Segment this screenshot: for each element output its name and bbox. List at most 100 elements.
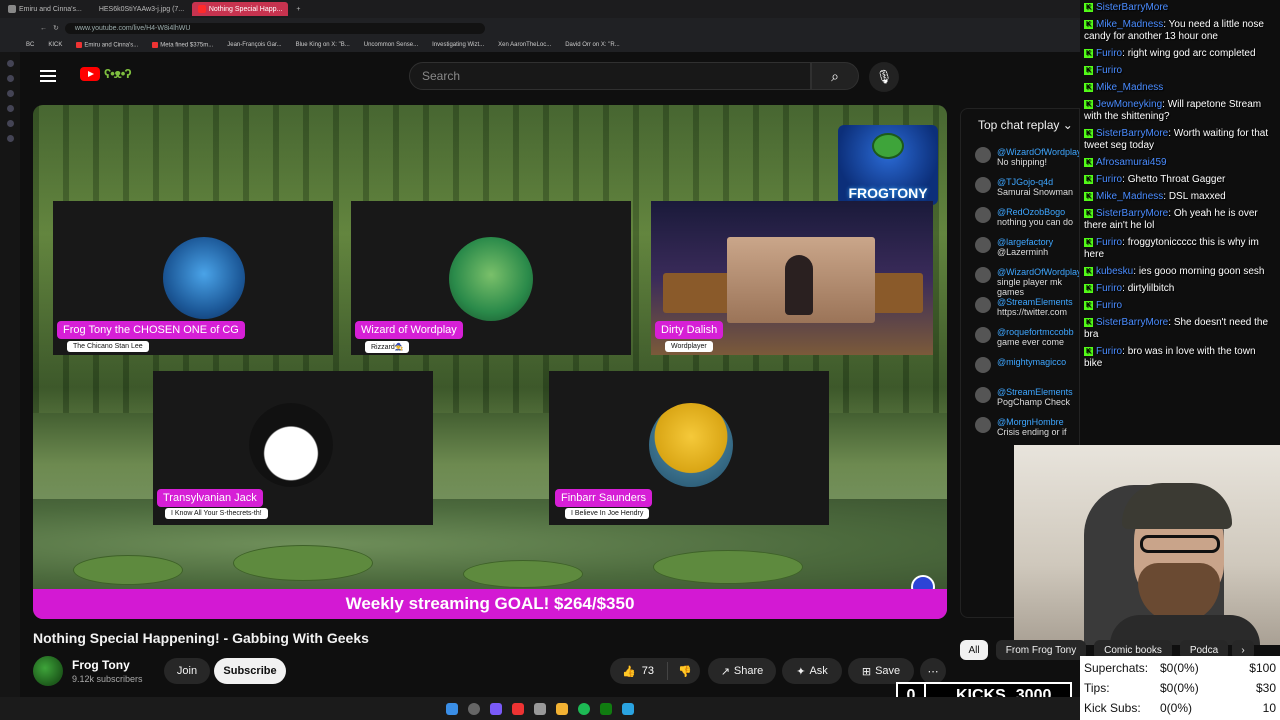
kick-icon: K [1084,82,1093,92]
kick-icon: K [1084,157,1093,167]
kick-icon: K [1084,128,1093,138]
wizard-avatar [449,237,533,321]
bookmark[interactable]: Emiru and Cinna's... [76,41,138,48]
youtube-header: ʕ•ᴥ•ʔ Search ⌕ 🎙 [20,52,1080,100]
overlay-chat-line: K Furiro: bro was in love with the town b… [1084,346,1256,369]
lily-pad [73,555,183,585]
telegram-icon[interactable] [622,702,634,715]
sidebar-app-icon[interactable] [6,120,14,127]
app-icon[interactable] [490,702,502,715]
ask-button[interactable]: ✦ Ask [782,658,842,684]
share-button[interactable]: ↗ Share [708,658,776,684]
avatar [975,207,991,223]
subscribe-button[interactable]: Subscribe [214,658,286,684]
bookmark-icon: ⊞ [861,665,872,678]
bookmark[interactable]: Uncommon Sense... [364,42,418,48]
overlay-chat-line: K SisterBarryMore [1084,2,1169,13]
kick-icon: K [1084,283,1093,293]
lily-pad [233,545,373,581]
address-bar: ← ↻ www.youtube.com/live/H4-W8i4lhWU [0,18,1080,38]
bookmark[interactable]: Jean-François Gar... [227,42,281,48]
stat-row-kick-subs: Kick Subs: 0(0%) 10 [1084,701,1276,715]
menu-icon[interactable] [40,70,56,82]
kick-icon: K [1084,99,1093,109]
bookmark[interactable]: BC [26,42,34,48]
stat-row-tips: Tips: $0(0%) $30 [1084,681,1276,695]
app-icon[interactable] [534,702,546,715]
sidebar-app-icon[interactable] [6,90,14,97]
chip-from-frog-tony[interactable]: From Frog Tony [996,640,1086,660]
bookmark[interactable]: David Orr on X: "R... [565,42,619,48]
xbox-icon[interactable] [600,702,612,715]
kick-icon: K [1084,174,1093,184]
avatar [975,357,991,373]
url-field[interactable]: www.youtube.com/live/H4-W8i4lhWU [64,22,485,34]
kick-icon: K [1084,208,1093,218]
search-button[interactable]: ⌕ [811,62,859,90]
like-button[interactable]: 👍 73 [610,662,668,680]
cap [1122,483,1232,529]
browser-tab-active[interactable]: Nothing Special Happ... [191,2,289,16]
logo-doodle[interactable]: ʕ•ᴥ•ʔ [104,66,132,81]
youtube-logo[interactable] [80,67,100,81]
avatar [975,417,991,433]
bookmark[interactable]: Investigating Wizt... [432,42,484,48]
more-actions-button[interactable]: ⋯ [920,658,946,684]
avatar [975,387,991,403]
reload-icon[interactable]: ↻ [53,24,59,32]
browser-tab[interactable]: HES6k0StiYAAw3-j.jpg (7... [90,2,190,16]
chip-all[interactable]: All [960,640,988,660]
overlay-chat-line: K Mike_Madness: You need a little nose ca… [1084,19,1264,42]
chat-header[interactable]: Top chat replay ⌄ [961,109,1079,143]
search-input[interactable]: Search [409,62,811,90]
bookmark-favicon-icon [76,41,83,48]
new-tab-button[interactable]: + [290,2,306,16]
sidebar-app-icon[interactable] [6,105,14,112]
tab-favicon-icon [8,5,16,13]
lily-pad [463,560,583,588]
avatar [975,177,991,193]
glasses [1140,535,1220,553]
chat-message: @StreamElements PogChamp Check [961,383,1079,413]
youtube-favicon-icon [197,5,206,13]
bookmark[interactable]: Xen AaronTheLoc... [498,42,551,48]
participant-name: Frog Tony the CHOSEN ONE of CG [57,321,245,339]
kick-icon: K [1084,266,1093,276]
participant-name: Finbarr Saunders [555,489,652,507]
dislike-button[interactable]: 👎 [668,665,692,678]
bookmark[interactable]: Blue King on X: "B... [296,42,350,48]
overlay-chat-line: K Furiro: dirtylilbitch [1084,283,1175,294]
channel-avatar[interactable] [33,656,63,686]
bookmarks-bar: BC KICK Emiru and Cinna's... Meta fined … [0,38,1080,52]
chat-message: @StreamElements https://twitter.com [961,293,1079,323]
overlay-chat-line: K Furiro: right wing god arc completed [1084,48,1256,59]
back-icon[interactable]: ← [40,25,47,32]
kick-icon: K [1084,19,1093,29]
spotify-icon[interactable] [578,702,590,715]
avatar [975,267,991,283]
bookmark[interactable]: KICK [48,42,62,48]
thumbs-up-icon: 👍 [622,665,636,678]
join-button[interactable]: Join [164,658,210,684]
save-button[interactable]: ⊞ Save [848,658,914,684]
video-player[interactable]: FROGTONY Frog Tony the CHOSEN ONE of CG … [33,105,947,619]
sidebar-app-icon[interactable] [6,60,14,67]
browser-tab[interactable]: Emiru and Cinna's... [2,2,88,16]
voice-search-button[interactable]: 🎙 [869,62,899,92]
bookmark[interactable]: Meta fined $375m... [152,41,213,48]
chat-message: @WizardOfWordplay No shipping! [961,143,1079,173]
channel-name[interactable]: Frog Tony [72,658,130,672]
app-icon[interactable] [512,702,524,715]
folder-icon[interactable] [556,702,568,715]
participant-tagline: Rizzard🧙 [365,341,410,353]
sparkle-icon: ✦ [796,665,806,678]
kick-icon: K [1084,191,1093,201]
donation-stats: Superchats: $0(0%) $100 Tips: $0(0%) $30 Kic… [1080,656,1280,720]
sidebar-app-icon[interactable] [6,75,14,82]
kick-icon: K [1084,2,1093,12]
sidebar-app-icon[interactable] [6,135,14,142]
search-icon[interactable] [468,702,480,715]
os-taskbar [0,697,1080,720]
windows-start-icon[interactable] [446,702,458,715]
participant-tagline: The Chicano Stan Lee [67,341,149,352]
